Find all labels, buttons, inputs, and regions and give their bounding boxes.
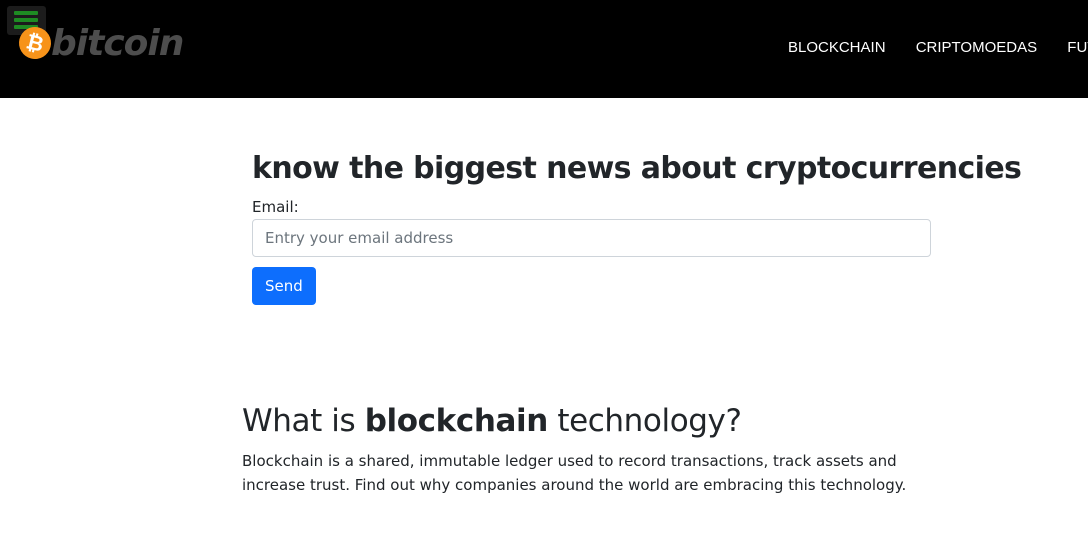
email-field[interactable] [252,219,931,257]
email-label: Email: [252,198,299,216]
send-button[interactable]: Send [252,267,316,305]
nav-link-blockchain[interactable]: BLOCKCHAIN [788,38,886,58]
newsletter-title: know the biggest news about cryptocurren… [252,151,1022,186]
nav-link-futuro[interactable]: FUTURO [1067,38,1088,58]
brand-name[interactable]: bitcoin [51,20,184,68]
blockchain-heading: What is blockchain technology? [242,400,942,442]
heading-text-before: What is [242,403,365,439]
blockchain-description: Blockchain is a shared, immutable ledger… [242,452,907,494]
hamburger-line [14,18,38,22]
navbar: ₿ bitcoin BLOCKCHAIN CRIPTOMOEDAS FUTURO [0,0,1088,98]
newsletter-form: know the biggest news about cryptocurren… [252,148,1022,305]
nav-menu: BLOCKCHAIN CRIPTOMOEDAS FUTURO [788,38,1088,58]
hamburger-line [14,11,38,15]
blockchain-info-section: What is blockchain technology? Blockchai… [242,400,942,497]
heading-text-after: technology? [547,403,742,439]
heading-text-bold: blockchain [364,403,549,439]
nav-link-criptomoedas[interactable]: CRIPTOMOEDAS [916,38,1037,58]
